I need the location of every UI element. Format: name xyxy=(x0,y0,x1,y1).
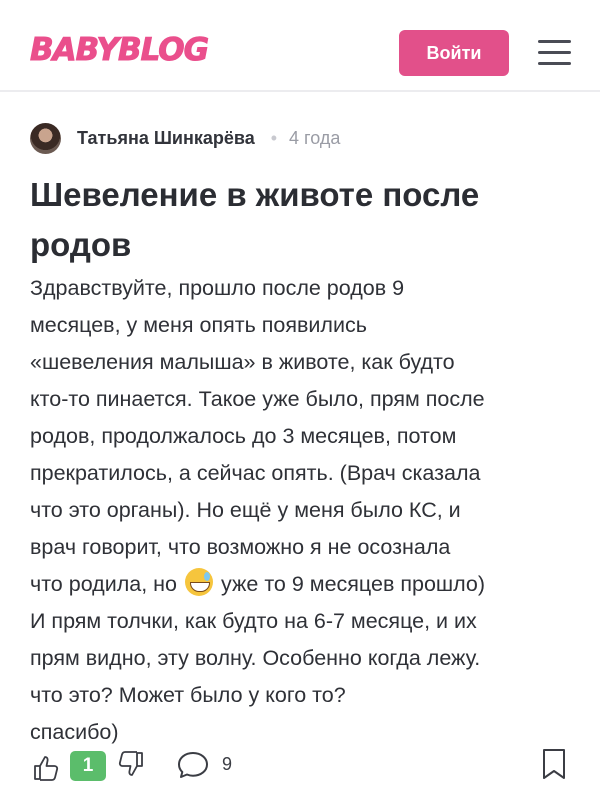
author-name[interactable]: Татьяна Шинкарёва xyxy=(77,128,255,149)
post-time: 4 года xyxy=(289,127,341,148)
body-line: прям видно, эту волну. Особенно когда ле… xyxy=(30,646,481,670)
post-title: Шевеление в животе после родов xyxy=(30,170,575,270)
body-line: кто-то пинается. Такое уже было, прям по… xyxy=(30,387,485,411)
bookmark-icon[interactable] xyxy=(541,748,567,780)
body-line: что это? Может было у кого то? xyxy=(30,683,346,707)
body-line: врач говорит, что возможно я не осознала xyxy=(30,535,451,559)
login-button[interactable]: Войти xyxy=(399,30,509,76)
body-text: уже то 9 месяцев прошло) xyxy=(221,572,486,596)
post-title-line: родов xyxy=(30,226,132,263)
thumbs-down-icon[interactable] xyxy=(117,750,145,778)
body-line: что это органы). Но ещё у меня было КС, … xyxy=(30,498,461,522)
body-line: Здравствуйте, прошло после родов 9 xyxy=(30,276,405,300)
post-meta: Татьяна Шинкарёва • 4 года xyxy=(30,122,570,154)
babyblog-logo[interactable]: BABYBLOG xyxy=(29,32,209,69)
comment-count: 9 xyxy=(222,754,233,774)
comment-icon[interactable] xyxy=(176,750,210,780)
body-line-with-emoji: что родила, но уже то 9 месяцев прошло) xyxy=(30,566,580,603)
header: BABYBLOG Войти xyxy=(0,0,600,92)
body-text: что родила, но xyxy=(30,572,178,596)
like-count-badge: 1 xyxy=(70,751,106,781)
body-line: И прям толчки, как будто на 6-7 месяце, … xyxy=(30,609,477,633)
body-line: «шевеления малыша» в животе, как будто xyxy=(30,350,455,374)
post-title-line: Шевеление в животе после xyxy=(30,176,480,213)
body-line: прекратилось, а сейчас опять. (Врач сказ… xyxy=(30,461,481,485)
grinning-sweat-emoji-icon xyxy=(185,568,214,596)
body-line: месяцев, у меня опять появились xyxy=(30,313,367,337)
avatar[interactable] xyxy=(30,122,61,154)
thumbs-up-icon[interactable] xyxy=(32,754,60,782)
body-line: родов, продолжалось до 3 месяцев, потом xyxy=(30,424,457,448)
hamburger-menu-icon[interactable] xyxy=(538,38,571,66)
post-actions: 1 9 xyxy=(30,746,575,786)
post-body: Здравствуйте, прошло после родов 9 месяц… xyxy=(30,270,580,751)
separator-dot: • xyxy=(270,127,278,148)
